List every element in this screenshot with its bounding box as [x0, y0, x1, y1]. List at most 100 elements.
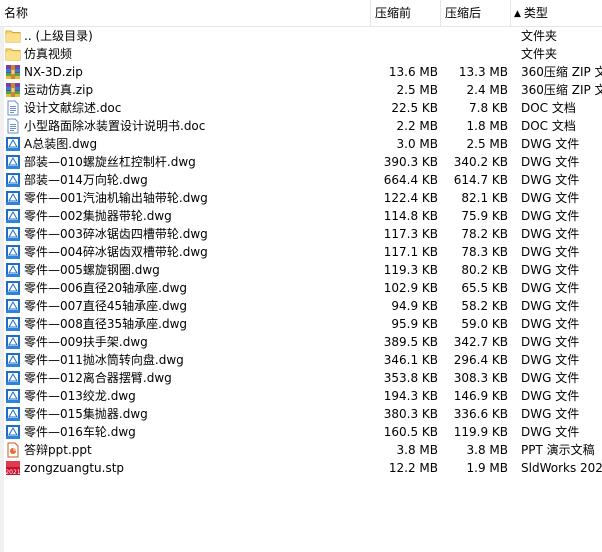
file-type: DWG 文件 — [521, 407, 580, 421]
file-row[interactable]: 零件—003碎冰锯齿四槽带轮.dwg 117.3 KB 78.2 KB DWG 文件 — [0, 225, 602, 243]
column-name-label: 名称 — [4, 6, 29, 20]
file-name: 零件—016车轮.dwg — [24, 425, 136, 439]
file-type: DWG 文件 — [521, 155, 580, 169]
file-packed-size: 296.4 KB — [453, 353, 508, 367]
file-row[interactable]: 仿真视频 文件夹 — [0, 45, 602, 63]
solidworks-file-icon: 2021 — [5, 460, 21, 476]
file-row[interactable]: 零件—007直径45轴承座.dwg 94.9 KB 58.2 KB DWG 文件 — [0, 297, 602, 315]
ppt-file-icon — [5, 442, 21, 458]
file-size: 94.9 KB — [391, 299, 438, 313]
dwg-file-icon — [5, 154, 21, 170]
file-packed-size: 119.9 KB — [453, 425, 508, 439]
file-name: A总装图.dwg — [24, 137, 98, 151]
file-size: 119.3 KB — [383, 263, 438, 277]
file-name: .. (上级目录) — [24, 29, 93, 43]
file-size: 13.6 MB — [388, 65, 438, 79]
doc-file-icon — [5, 100, 21, 116]
file-name: 设计文献综述.doc — [24, 101, 122, 115]
file-packed-size: 75.9 KB — [461, 209, 508, 223]
file-name: 零件—012离合器摆臂.dwg — [24, 371, 172, 385]
file-name: 运动仿真.zip — [24, 83, 94, 97]
file-packed-size: 59.0 KB — [461, 317, 508, 331]
column-header: 名称 压缩前 压缩后 ▲ 类型 — [0, 0, 602, 27]
column-packed[interactable]: 压缩后 — [441, 0, 511, 26]
file-row[interactable]: NX-3D.zip 13.6 MB 13.3 MB 360压缩 ZIP 文件 — [0, 63, 602, 81]
file-size: 346.1 KB — [383, 353, 438, 367]
file-type: DWG 文件 — [521, 191, 580, 205]
file-row[interactable]: 零件—002集抛器带轮.dwg 114.8 KB 75.9 KB DWG 文件 — [0, 207, 602, 225]
file-row[interactable]: .. (上级目录) 文件夹 — [0, 27, 602, 45]
file-row[interactable]: 2021 zongzuangtu.stp 12.2 MB 1.9 MB SldWorks… — [0, 459, 602, 477]
column-type[interactable]: ▲ 类型 — [511, 0, 602, 26]
file-type: DWG 文件 — [521, 245, 580, 259]
file-type: DWG 文件 — [521, 389, 580, 403]
file-name: 小型路面除冰装置设计说明书.doc — [24, 119, 206, 133]
file-row[interactable]: 答辩ppt.ppt 3.8 MB 3.8 MB PPT 演示文稿 — [0, 441, 602, 459]
file-type: SldWorks 2021 — [521, 461, 602, 475]
file-row[interactable]: 零件—015集抛器.dwg 380.3 KB 336.6 KB DWG 文件 — [0, 405, 602, 423]
file-size: 114.8 KB — [383, 209, 438, 223]
svg-text:2021: 2021 — [5, 469, 20, 476]
file-name: 仿真视频 — [24, 47, 73, 61]
file-row[interactable]: 零件—005螺旋钢圈.dwg 119.3 KB 80.2 KB DWG 文件 — [0, 261, 602, 279]
file-row[interactable]: 设计文献综述.doc 22.5 KB 7.8 KB DOC 文档 — [0, 99, 602, 117]
file-row[interactable]: 零件—008直径35轴承座.dwg 95.9 KB 59.0 KB DWG 文件 — [0, 315, 602, 333]
file-size: 353.8 KB — [383, 371, 438, 385]
file-size: 2.2 MB — [396, 119, 438, 133]
file-packed-size: 146.9 KB — [453, 389, 508, 403]
file-row[interactable]: 零件—011抛冰筒转向盘.dwg 346.1 KB 296.4 KB DWG 文件 — [0, 351, 602, 369]
folder-icon — [5, 28, 21, 44]
file-name: 零件—003碎冰锯齿四槽带轮.dwg — [24, 227, 208, 241]
dwg-file-icon — [5, 136, 21, 152]
file-row[interactable]: 零件—013绞龙.dwg 194.3 KB 146.9 KB DWG 文件 — [0, 387, 602, 405]
file-size: 117.1 KB — [383, 245, 438, 259]
file-row[interactable]: 运动仿真.zip 2.5 MB 2.4 MB 360压缩 ZIP 文件 — [0, 81, 602, 99]
file-packed-size: 614.7 KB — [453, 173, 508, 187]
file-row[interactable]: 零件—016车轮.dwg 160.5 KB 119.9 KB DWG 文件 — [0, 423, 602, 441]
file-size: 380.3 KB — [383, 407, 438, 421]
file-size: 160.5 KB — [383, 425, 438, 439]
dwg-file-icon — [5, 262, 21, 278]
file-type: 文件夹 — [521, 29, 558, 43]
file-row[interactable]: A总装图.dwg 3.0 MB 2.5 MB DWG 文件 — [0, 135, 602, 153]
file-name: 零件—001汽油机输出轴带轮.dwg — [24, 191, 208, 205]
file-packed-size: 80.2 KB — [461, 263, 508, 277]
file-size: 664.4 KB — [383, 173, 438, 187]
file-size: 2.5 MB — [396, 83, 438, 97]
file-row[interactable]: 部装—010螺旋丝杠控制杆.dwg 390.3 KB 340.2 KB DWG 文件 — [0, 153, 602, 171]
file-row[interactable]: 零件—004碎冰锯齿双槽带轮.dwg 117.1 KB 78.3 KB DWG 文件 — [0, 243, 602, 261]
file-type: DOC 文档 — [521, 101, 576, 115]
column-packed-label: 压缩后 — [445, 6, 482, 20]
file-packed-size: 7.8 KB — [469, 101, 508, 115]
file-row[interactable]: 零件—012离合器摆臂.dwg 353.8 KB 308.3 KB DWG 文件 — [0, 369, 602, 387]
file-packed-size: 1.8 MB — [466, 119, 508, 133]
file-type: DWG 文件 — [521, 281, 580, 295]
file-name: 零件—007直径45轴承座.dwg — [24, 299, 188, 313]
file-size: 389.5 KB — [383, 335, 438, 349]
dwg-file-icon — [5, 316, 21, 332]
file-row[interactable]: 零件—001汽油机输出轴带轮.dwg 122.4 KB 82.1 KB DWG 文件 — [0, 189, 602, 207]
file-row[interactable]: 部装—014万向轮.dwg 664.4 KB 614.7 KB DWG 文件 — [0, 171, 602, 189]
file-row[interactable]: 零件—009扶手架.dwg 389.5 KB 342.7 KB DWG 文件 — [0, 333, 602, 351]
column-name[interactable]: 名称 — [0, 0, 371, 26]
file-size: 12.2 MB — [388, 461, 438, 475]
dwg-file-icon — [5, 208, 21, 224]
file-packed-size: 2.4 MB — [466, 83, 508, 97]
file-list: .. (上级目录) 文件夹 仿真视频 文件夹 NX-3D.zip 13.6 MB 13.3 … — [0, 27, 602, 477]
file-type: DWG 文件 — [521, 227, 580, 241]
column-size-label: 压缩前 — [375, 6, 412, 20]
file-size: 117.3 KB — [383, 227, 438, 241]
file-type: DWG 文件 — [521, 371, 580, 385]
file-packed-size: 58.2 KB — [461, 299, 508, 313]
folder-icon — [5, 46, 21, 62]
file-name: 零件—015集抛器.dwg — [24, 407, 148, 421]
file-row[interactable]: 小型路面除冰装置设计说明书.doc 2.2 MB 1.8 MB DOC 文档 — [0, 117, 602, 135]
file-row[interactable]: 零件—006直径20轴承座.dwg 102.9 KB 65.5 KB DWG 文件 — [0, 279, 602, 297]
file-type: 文件夹 — [521, 47, 558, 61]
file-name: NX-3D.zip — [24, 65, 83, 79]
file-type: DWG 文件 — [521, 317, 580, 331]
file-packed-size: 340.2 KB — [453, 155, 508, 169]
column-size[interactable]: 压缩前 — [371, 0, 441, 26]
column-type-label: 类型 — [523, 6, 548, 20]
file-type: PPT 演示文稿 — [521, 443, 595, 457]
